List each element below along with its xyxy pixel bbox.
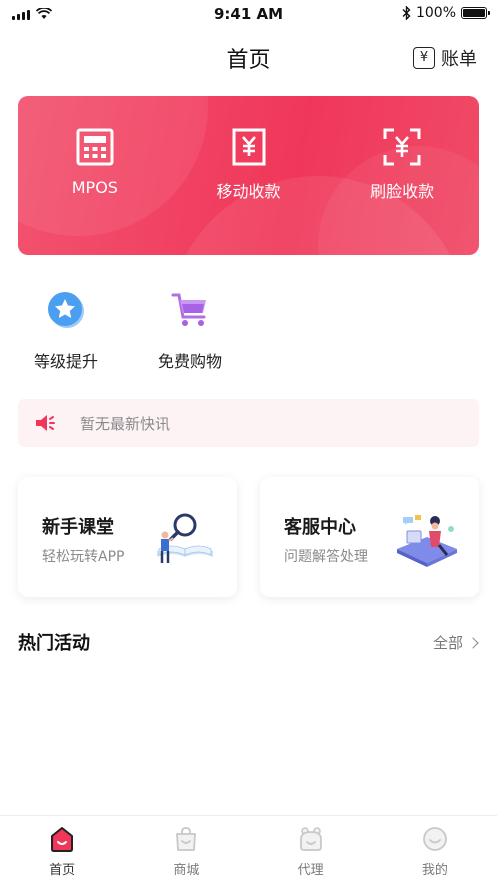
free-shopping-button[interactable]: 免费购物 [142,290,238,372]
tab-agent-label: 代理 [297,863,324,878]
face-payment-button[interactable]: 刷脸收款 [325,128,479,202]
tab-home-label: 首页 [49,863,76,878]
yuan-bill-icon: ¥ [413,47,435,69]
magnifier-book-illustration [157,513,213,563]
notice-text: 暂无最新快讯 [80,414,171,433]
face-scan-yuan-icon [383,128,421,166]
beginner-class-card[interactable]: 新手课堂 轻松玩转APP [18,477,237,597]
bluetooth-icon [402,6,411,20]
battery-percent: 100% [415,5,456,21]
battery-icon [461,7,490,19]
profile-icon [422,827,447,851]
hot-activities-title: 热门活动 [18,633,90,654]
yuan-receipt-icon [232,128,265,166]
tab-agent[interactable]: 代理 [249,816,373,883]
view-all-link[interactable]: 全部 [432,632,479,653]
support-desk-illustration [397,515,457,567]
tab-mall[interactable]: 商城 [124,816,248,883]
chevron-right-icon [467,636,479,649]
tab-mine[interactable]: 我的 [373,816,497,883]
customer-service-title: 客服中心 [284,517,356,538]
status-bar: 9:41 AM 100% [0,0,497,30]
mobile-payment-button[interactable]: 移动收款 [172,128,326,202]
face-payment-label: 刷脸收款 [370,182,435,201]
customer-service-subtitle: 问题解答处理 [284,549,368,565]
quick-actions: 等级提升 免费购物 [18,290,238,372]
status-right: 100% [402,5,490,21]
view-all-label: 全部 [432,634,463,652]
beginner-class-title: 新手课堂 [42,517,114,538]
news-notice-bar[interactable]: 暂无最新快讯 [18,399,479,447]
calculator-icon [76,128,114,166]
home-icon [51,827,74,852]
agent-icon [299,827,322,851]
mpos-button[interactable]: MPOS [18,128,172,202]
bill-label: 账单 [441,49,477,70]
shopping-cart-icon [171,293,206,326]
mpos-label: MPOS [71,178,118,197]
payment-banner: MPOS 移动收款 刷脸收款 [18,96,479,255]
customer-service-card[interactable]: 客服中心 问题解答处理 [260,477,479,597]
mobile-payment-label: 移动收款 [216,182,281,201]
star-badge-icon [48,292,84,328]
tab-mine-label: 我的 [421,863,448,878]
bag-icon [176,827,197,851]
tab-mall-label: 商城 [173,863,200,878]
level-up-button[interactable]: 等级提升 [18,290,114,372]
tab-home[interactable]: 首页 [0,816,124,883]
bill-button[interactable]: ¥ 账单 [413,45,477,71]
header: 首页 ¥ 账单 [0,36,497,78]
megaphone-icon [36,415,55,431]
free-shopping-label: 免费购物 [157,352,222,371]
level-up-label: 等级提升 [33,352,98,371]
bottom-tab-bar: 首页 商城 代理 我的 [0,815,497,883]
beginner-class-subtitle: 轻松玩转APP [42,549,125,565]
